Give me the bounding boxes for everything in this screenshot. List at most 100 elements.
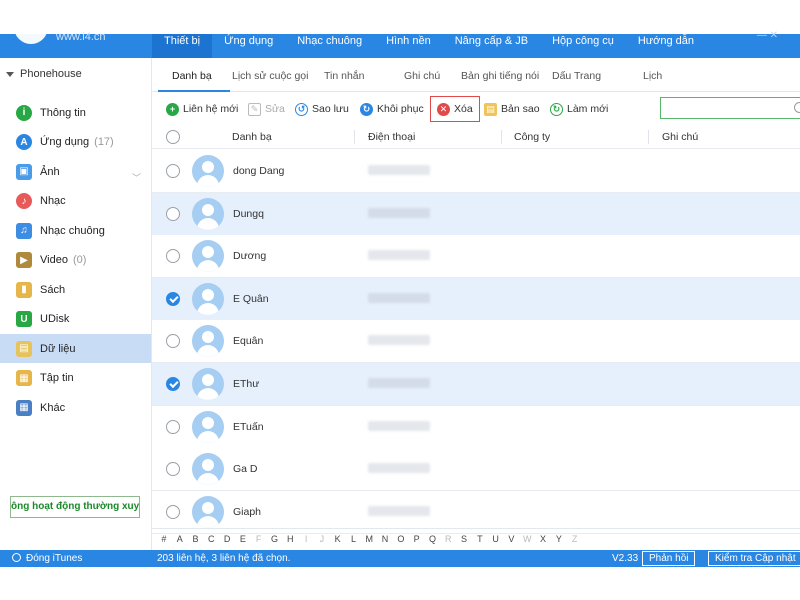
refresh-button[interactable]: ↻ Làm mới: [550, 100, 608, 118]
chevron-down-icon[interactable]: ﹀: [132, 171, 141, 184]
sidebar-item[interactable]: ▤ Dữ liệu: [0, 334, 151, 363]
alphabet-letter[interactable]: U: [488, 534, 504, 544]
alphabet-letter[interactable]: G: [267, 534, 283, 544]
new-contact-button[interactable]: + Liên hệ mới: [166, 100, 238, 118]
content-tab[interactable]: Lịch sử cuộc gọi: [232, 70, 308, 82]
column-header-notes[interactable]: Ghi chú: [662, 131, 698, 143]
sidebar-item[interactable]: ♪ Nhạc: [0, 187, 151, 216]
backup-button[interactable]: ↺ Sao lưu: [295, 100, 349, 118]
content-tab[interactable]: Lịch: [643, 70, 662, 82]
alphabet-letter[interactable]: O: [393, 534, 409, 544]
search-input[interactable]: [660, 97, 800, 119]
nav-tab[interactable]: Nhạc chuông: [285, 34, 374, 58]
alphabet-letter[interactable]: R: [440, 534, 456, 544]
content-tab[interactable]: Danh bạ: [172, 70, 212, 82]
table-row[interactable]: Ga D: [152, 448, 800, 492]
avatar: [192, 410, 224, 443]
nav-tab[interactable]: Thiết bị: [152, 34, 213, 58]
row-select-radio[interactable]: [166, 164, 180, 178]
sidebar-item[interactable]: ♫ Nhạc chuông: [0, 216, 151, 245]
table-row[interactable]: Dương: [152, 235, 800, 279]
table-row[interactable]: dong Dang: [152, 150, 800, 193]
select-all-radio[interactable]: [166, 130, 180, 144]
table-row[interactable]: Dungq: [152, 192, 800, 236]
alphabet-letter[interactable]: Y: [551, 534, 567, 544]
nav-tab[interactable]: Hình nền: [374, 34, 443, 58]
delete-button[interactable]: ✕ Xóa: [430, 96, 480, 122]
sidebar-item[interactable]: U UDisk: [0, 305, 151, 334]
contact-name: EThư: [233, 378, 260, 390]
alphabet-letter[interactable]: K: [330, 534, 346, 544]
content-tab[interactable]: Bản ghi tiếng nói: [461, 70, 539, 82]
content-tab[interactable]: Ghi chú: [404, 70, 440, 82]
row-select-radio[interactable]: [166, 291, 180, 306]
sidebar-item[interactable]: ▦ Khác: [0, 393, 151, 422]
sidebar-item-label: Dữ liệu: [40, 342, 76, 355]
row-select-radio[interactable]: [166, 504, 180, 519]
close-itunes-button[interactable]: Đóng iTunes: [12, 553, 82, 564]
sidebar-item[interactable]: ▮ Sách: [0, 275, 151, 304]
nav-tab[interactable]: Hướng dẫn: [626, 34, 706, 58]
alphabet-letter[interactable]: M: [361, 534, 377, 544]
alphabet-letter[interactable]: F: [251, 534, 267, 544]
marquee-text: ông hoạt động thường xuyê: [11, 501, 140, 512]
column-header-phone[interactable]: Điện thoại: [368, 131, 415, 143]
column-divider[interactable]: [648, 130, 649, 144]
edit-button[interactable]: ✎ Sửa: [248, 100, 285, 118]
blurred-phone-number: [368, 378, 430, 388]
sidebar-item[interactable]: i Thông tin: [0, 98, 151, 127]
alphabet-letter[interactable]: Z: [567, 534, 583, 544]
device-selector[interactable]: Phonehouse: [6, 68, 82, 80]
alphabet-letter[interactable]: S: [456, 534, 472, 544]
sidebar-item[interactable]: ▦ Tập tin: [0, 364, 151, 393]
alphabet-letter[interactable]: C: [203, 534, 219, 544]
alphabet-letter[interactable]: T: [472, 534, 488, 544]
row-select-radio[interactable]: [166, 206, 180, 221]
alphabet-letter[interactable]: A: [172, 534, 188, 544]
row-select-radio[interactable]: [166, 419, 180, 434]
content-tabs: Danh bạ Lịch sử cuộc gọi Tin nhắn Ghi chú Bả…: [152, 58, 800, 92]
row-select-radio[interactable]: [166, 249, 180, 264]
restore-button[interactable]: ↻ Khôi phục: [360, 100, 424, 118]
app-store-icon: A: [16, 134, 32, 150]
marquee-banner[interactable]: ông hoạt động thường xuyê: [10, 496, 140, 518]
content-tab[interactable]: Tin nhắn: [324, 70, 364, 82]
copy-button[interactable]: ▤ Bản sao: [484, 100, 540, 118]
alphabet-letter[interactable]: E: [235, 534, 251, 544]
table-row[interactable]: EThư: [152, 363, 800, 406]
nav-tab[interactable]: Ứng dụng: [212, 34, 285, 58]
nav-tab[interactable]: Hộp công cụ: [540, 34, 626, 58]
alphabet-letter[interactable]: D: [219, 534, 235, 544]
alphabet-letter[interactable]: V: [504, 534, 520, 544]
alphabet-letter[interactable]: B: [188, 534, 204, 544]
row-select-radio[interactable]: [166, 462, 180, 477]
feedback-button[interactable]: Phản hồi: [642, 551, 696, 566]
column-header-name[interactable]: Danh bạ: [232, 131, 272, 143]
row-select-radio[interactable]: [166, 334, 180, 349]
alphabet-letter[interactable]: W: [519, 534, 535, 544]
alphabet-letter[interactable]: I: [298, 534, 314, 544]
alphabet-letter[interactable]: #: [156, 534, 172, 544]
nav-tab[interactable]: Nâng cấp & JB: [443, 34, 540, 58]
sidebar-item[interactable]: ▶ Video (0): [0, 246, 151, 275]
row-select-radio[interactable]: [166, 377, 180, 391]
content-tab[interactable]: Dấu Trang: [552, 70, 601, 82]
column-divider[interactable]: [501, 130, 502, 144]
check-update-button[interactable]: Kiểm tra Cập nhật: [708, 551, 800, 566]
alphabet-letter[interactable]: J: [314, 534, 330, 544]
window-controls[interactable]: — ✕: [757, 31, 778, 41]
alphabet-letter[interactable]: N: [377, 534, 393, 544]
table-row[interactable]: E Quân: [152, 277, 800, 321]
sidebar-item[interactable]: ▣ Ảnh: [0, 157, 151, 186]
alphabet-letter[interactable]: Q: [425, 534, 441, 544]
alphabet-letter[interactable]: X: [535, 534, 551, 544]
column-divider[interactable]: [354, 130, 355, 144]
sidebar-item[interactable]: A Ứng dụng (17): [0, 128, 151, 157]
table-row[interactable]: Equân: [152, 320, 800, 364]
avatar: [192, 197, 224, 230]
alphabet-letter[interactable]: P: [409, 534, 425, 544]
alphabet-letter[interactable]: L: [346, 534, 362, 544]
table-row[interactable]: ETuấn: [152, 405, 800, 449]
alphabet-letter[interactable]: H: [282, 534, 298, 544]
column-header-company[interactable]: Công ty: [514, 131, 550, 143]
